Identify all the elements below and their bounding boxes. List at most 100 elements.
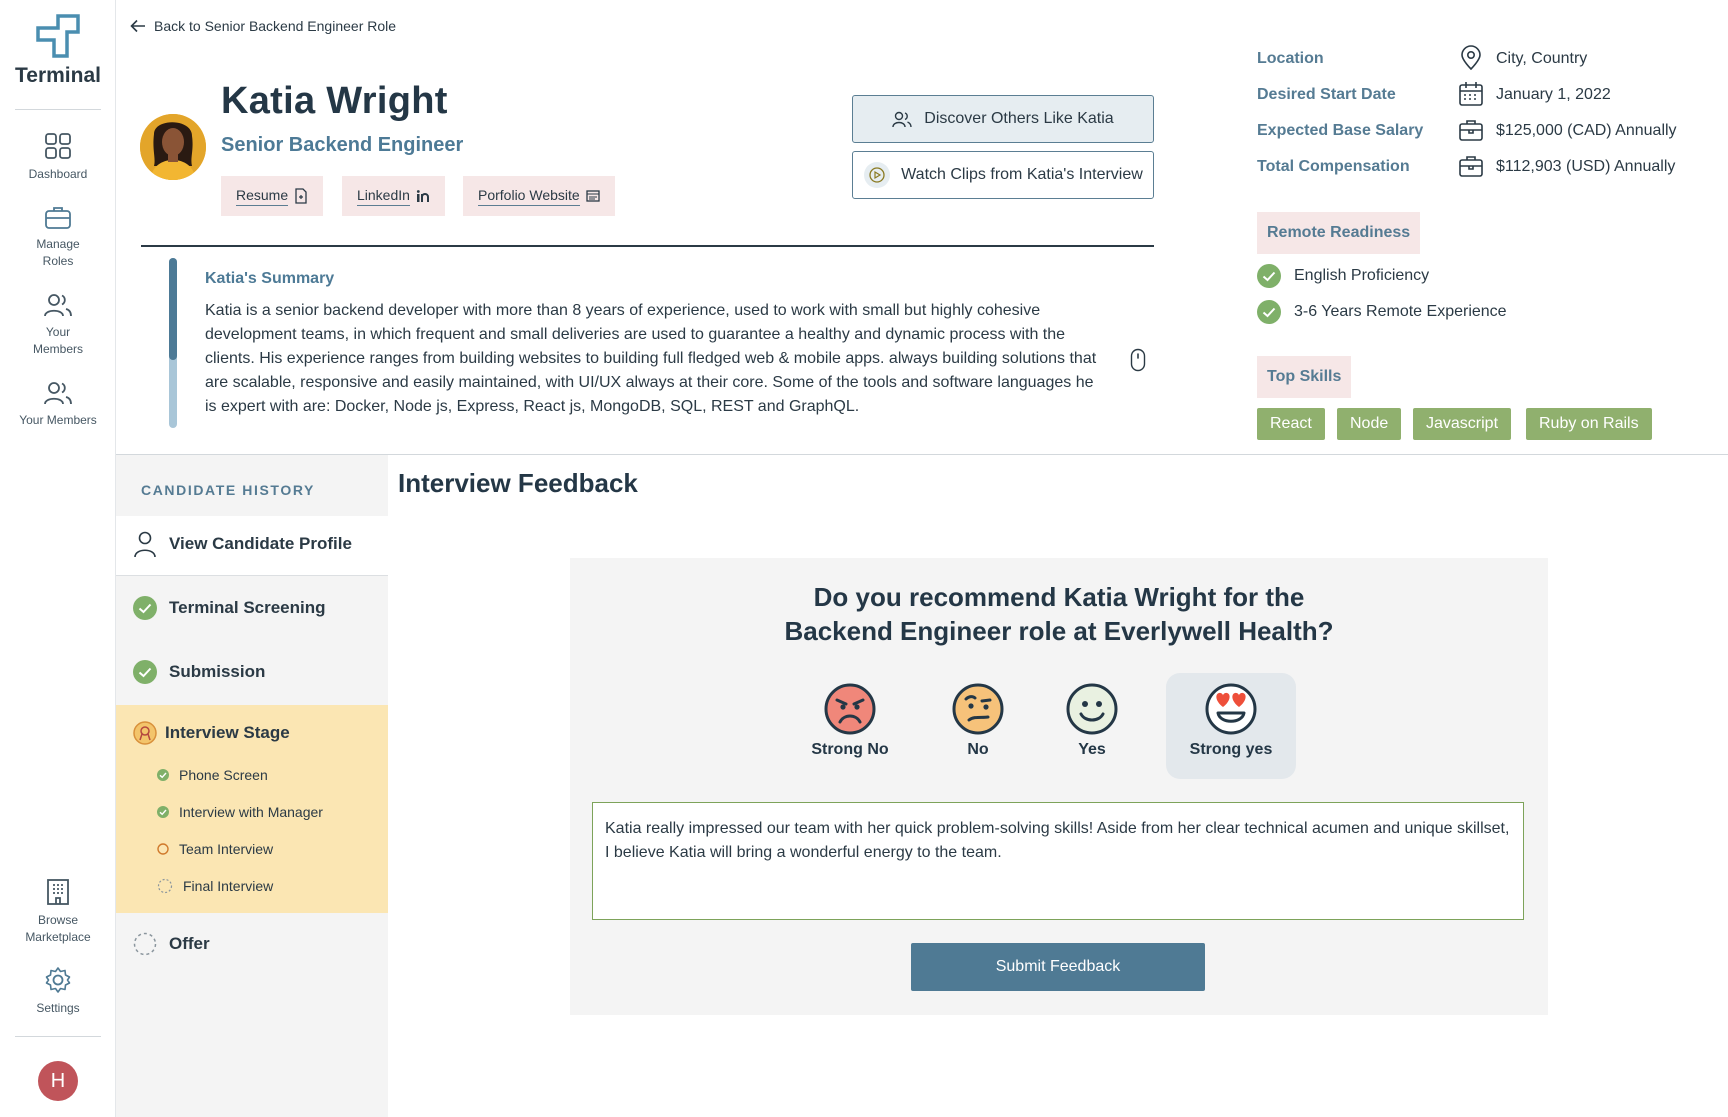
substep-team-interview[interactable]: Team Interview [157, 841, 273, 857]
nav-your-members[interactable]: Your Members [0, 292, 116, 358]
rating-label: Strong No [811, 741, 889, 758]
discover-others-button[interactable]: Discover Others Like Katia [852, 95, 1154, 143]
skill-tag: React [1257, 408, 1325, 440]
interview-feedback-title: Interview Feedback [398, 468, 638, 498]
skill-tag: Node [1337, 408, 1402, 440]
header-divider [141, 245, 1154, 247]
history-offer[interactable]: Offer [133, 932, 210, 956]
brand-name: Terminal [15, 64, 101, 87]
smile-face-icon [1066, 683, 1118, 735]
grid-icon [45, 133, 71, 159]
clips-label: Watch Clips from Katia's Interview [901, 166, 1143, 183]
nav-divider [15, 109, 101, 110]
substep-label: Interview with Manager [179, 804, 323, 820]
document-icon [295, 188, 307, 204]
check-circle-icon [133, 596, 157, 620]
remote-item: English Proficiency [1257, 264, 1429, 288]
website-icon [586, 190, 600, 202]
dashed-circle-icon [133, 932, 157, 956]
nav-your-members-2[interactable]: Your Members [0, 380, 116, 429]
history-interview-stage[interactable]: Interview Stage [133, 721, 290, 745]
nav-browse-marketplace[interactable]: Browse Marketplace [0, 878, 116, 946]
substep-interview-with-manager[interactable]: Interview with Manager [157, 804, 323, 820]
history-submission[interactable]: Submission [133, 660, 265, 684]
history-terminal-screening[interactable]: Terminal Screening [133, 596, 326, 620]
angry-face-icon [824, 683, 876, 735]
heart-eyes-face-icon [1205, 683, 1257, 735]
briefcase-icon [45, 207, 71, 229]
substep-final-interview[interactable]: Final Interview [157, 878, 273, 894]
rating-label: Strong yes [1189, 741, 1273, 758]
check-circle-icon [1257, 264, 1281, 288]
start-date-label: Desired Start Date [1257, 86, 1396, 103]
feedback-comment-field[interactable]: Katia really impressed our team with her… [592, 802, 1524, 920]
briefcase-icon [1459, 156, 1483, 177]
users-icon [44, 382, 72, 405]
building-icon [47, 879, 69, 905]
substep-label: Final Interview [183, 878, 274, 894]
avatar-portrait-icon [140, 114, 206, 180]
question-line: Backend Engineer role at Everlywell Heal… [784, 616, 1334, 646]
nav-label: Your Members [19, 413, 97, 427]
back-link[interactable]: Back to Senior Backend Engineer Role [130, 18, 396, 34]
rating-strong-yes[interactable]: Strong yes [1166, 673, 1296, 779]
summary-scroll-thumb[interactable] [169, 258, 177, 360]
submit-feedback-button[interactable]: Submit Feedback [911, 943, 1205, 991]
nav-settings[interactable]: Settings [0, 966, 116, 1017]
nav-label: Browse Marketplace [25, 913, 91, 944]
rating-label: No [967, 741, 989, 758]
rating-strong-no[interactable]: Strong No [785, 673, 915, 779]
summary-text: Katia is a senior backend developer with… [205, 302, 1097, 415]
users-icon [44, 294, 72, 317]
play-circle-icon [864, 162, 891, 188]
remote-item-label: English Proficiency [1294, 267, 1430, 284]
view-candidate-profile[interactable]: View Candidate Profile [133, 530, 352, 558]
substep-label: Phone Screen [179, 767, 268, 783]
remote-item-label: 3-6 Years Remote Experience [1294, 303, 1507, 320]
back-link-label: Back to Senior Backend Engineer Role [154, 18, 397, 34]
rating-no[interactable]: No [913, 673, 1043, 779]
location-pin-icon [1461, 45, 1481, 71]
discover-label: Discover Others Like Katia [924, 110, 1114, 127]
person-icon [134, 531, 156, 558]
base-salary-label: Expected Base Salary [1257, 122, 1424, 139]
dashed-circle-icon [157, 878, 173, 894]
skill-tag: Ruby on Rails [1526, 408, 1652, 440]
location-value: City, Country [1496, 50, 1588, 67]
portfolio-link[interactable]: Porfolio Website [463, 176, 615, 216]
mouse-scroll-icon [1130, 348, 1146, 372]
user-avatar[interactable]: H [38, 1061, 78, 1101]
recommend-question: Do you recommend Katia Wright for the Ba… [570, 580, 1548, 648]
skill-tag: Javascript [1413, 408, 1512, 440]
location-label: Location [1257, 50, 1324, 67]
watch-clips-button[interactable]: Watch Clips from Katia's Interview [852, 151, 1154, 199]
candidate-name: Katia Wright [221, 80, 448, 122]
substep-phone-screen[interactable]: Phone Screen [157, 767, 268, 783]
rating-yes[interactable]: Yes [1027, 673, 1157, 779]
resume-label: Resume [236, 187, 289, 206]
portfolio-label: Porfolio Website [478, 187, 580, 206]
view-profile-label: View Candidate Profile [169, 534, 352, 553]
gear-icon [45, 967, 71, 993]
badge-icon [133, 721, 157, 745]
circle-outline-icon [157, 843, 169, 855]
candidate-history-title: CANDIDATE HISTORY [141, 482, 315, 498]
nav-manage-roles[interactable]: Manage Roles [0, 204, 116, 270]
remote-readiness-title: Remote Readiness [1257, 212, 1421, 254]
arrow-left-icon [130, 19, 145, 33]
nav-divider [15, 1036, 101, 1037]
nav-label: Dashboard [28, 167, 88, 181]
candidate-photo [140, 114, 206, 180]
resume-link[interactable]: Resume [221, 176, 324, 216]
substep-label: Team Interview [179, 841, 274, 857]
nav-label: Manage Roles [36, 237, 80, 268]
linkedin-link[interactable]: LinkedIn [342, 176, 445, 216]
summary-title: Katia's Summary [205, 270, 335, 287]
top-skills-title: Top Skills [1257, 356, 1352, 398]
history-label: Terminal Screening [169, 598, 326, 617]
linkedin-icon [416, 190, 429, 202]
history-label: Submission [169, 662, 266, 681]
nav-label: Your Members [32, 325, 83, 356]
nav-dashboard[interactable]: Dashboard [0, 132, 116, 183]
nav-label: Settings [36, 1001, 80, 1015]
